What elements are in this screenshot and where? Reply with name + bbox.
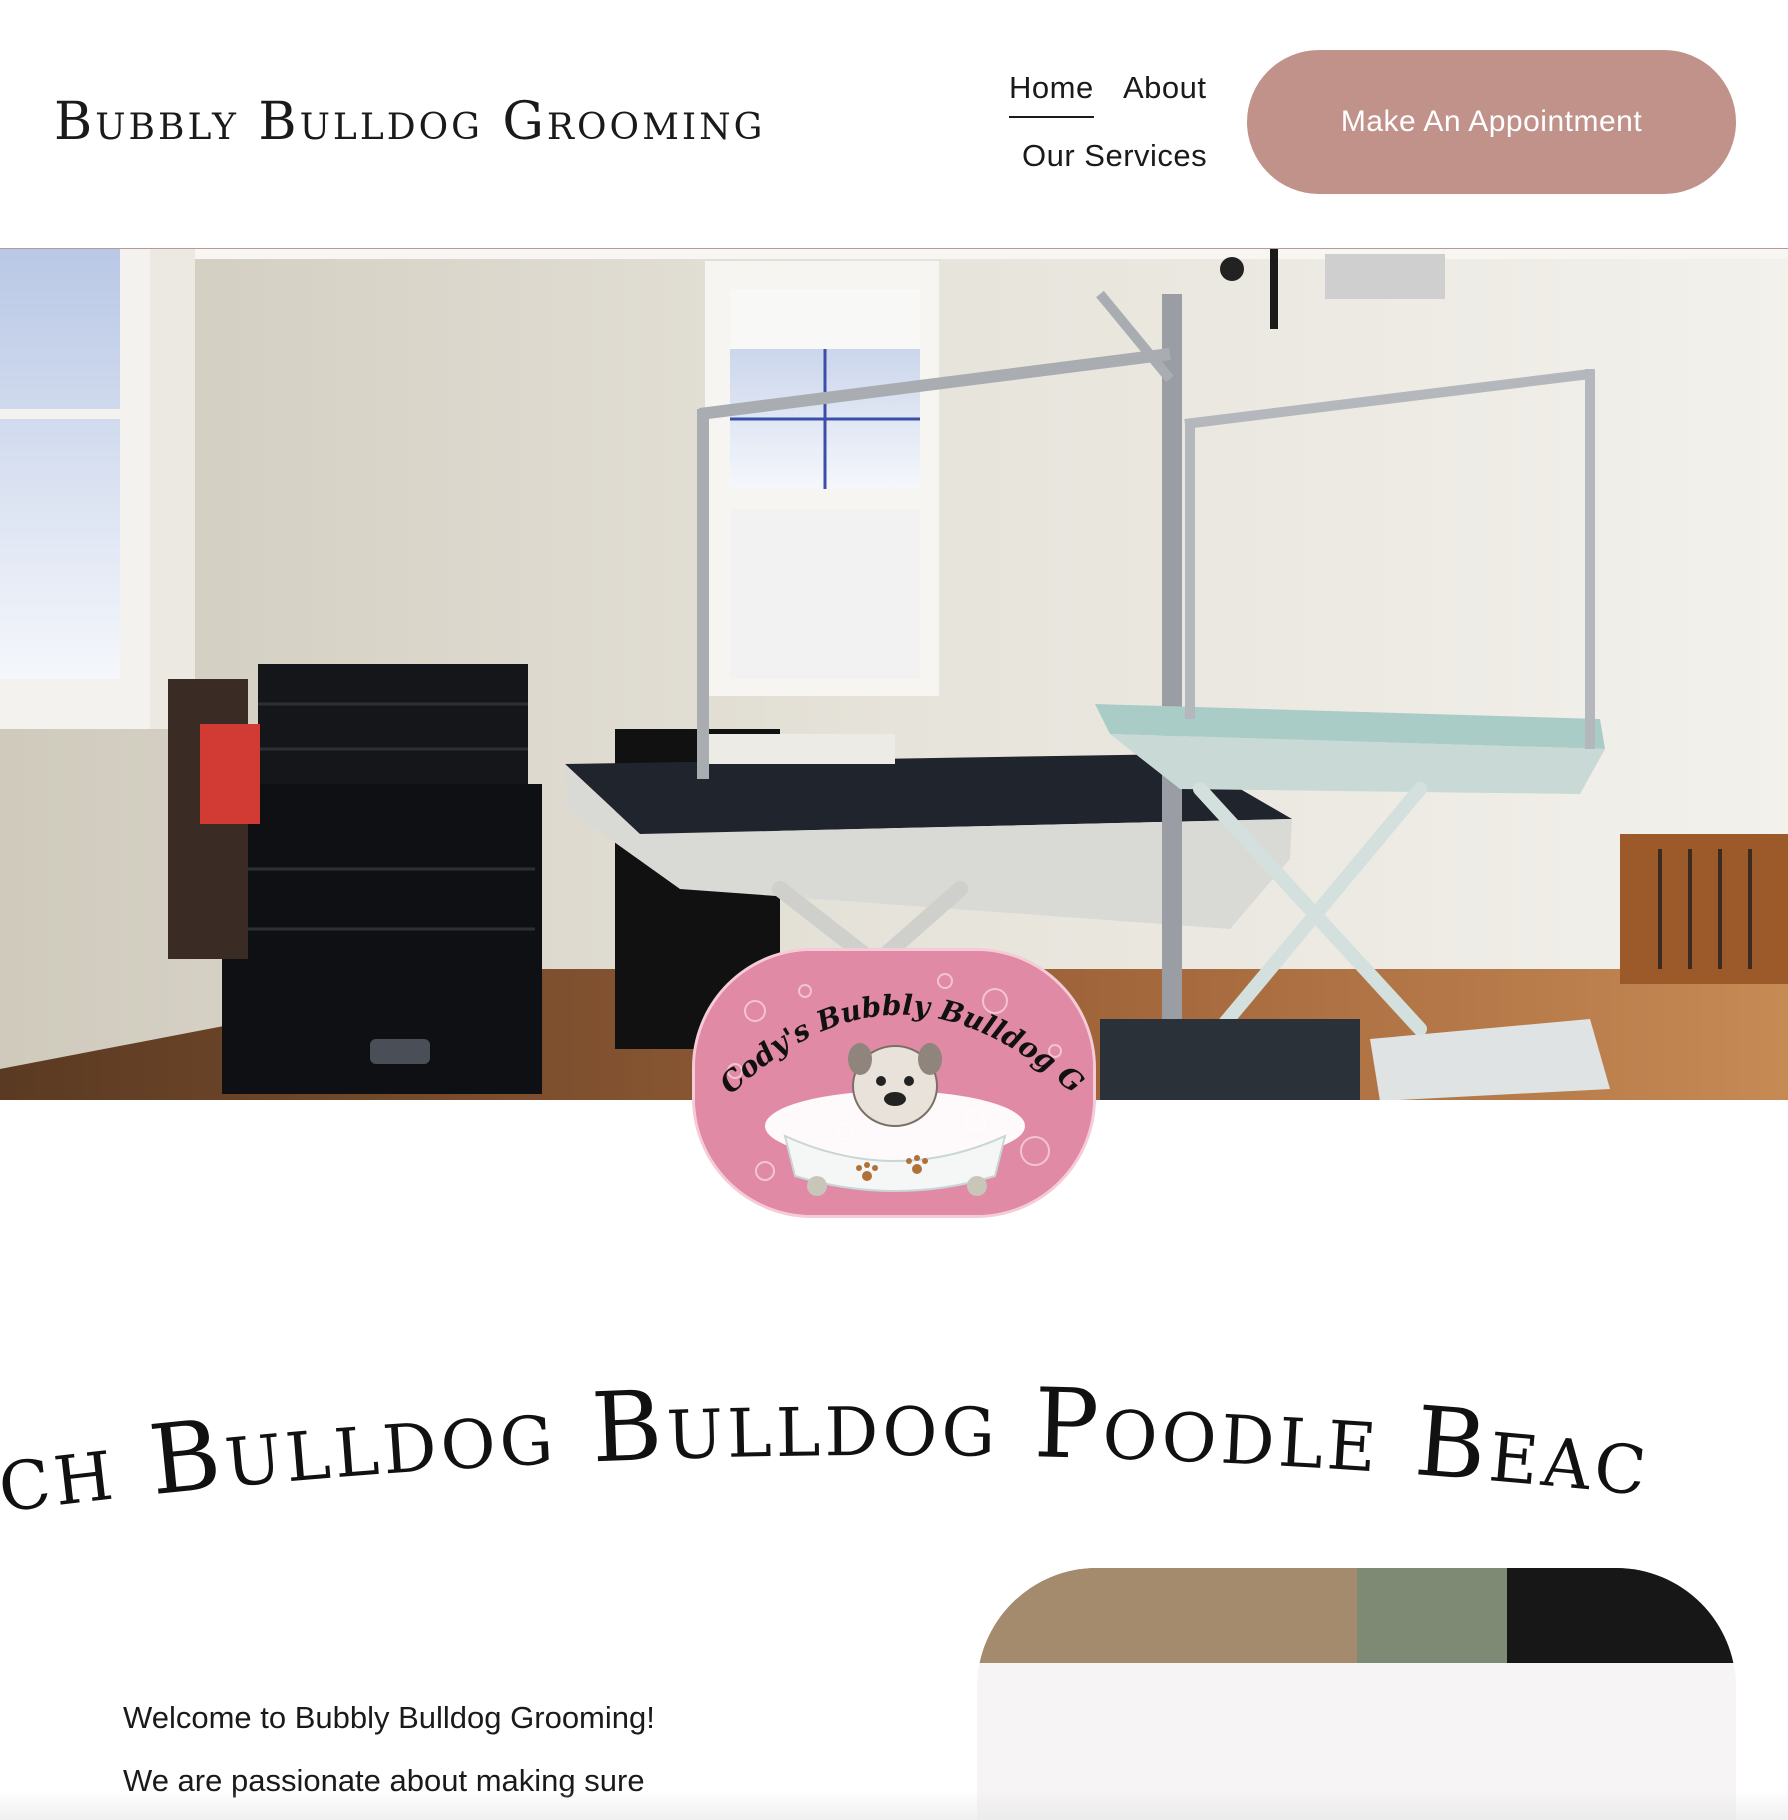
- intro-welcome-text: Welcome to Bubbly Bulldog Grooming!: [123, 1700, 655, 1735]
- site-header: Bubbly Bulldog Grooming Home About Our S…: [0, 0, 1788, 248]
- side-photo-graphic: [977, 1568, 1736, 1820]
- page: Bubbly Bulldog Grooming Home About Our S…: [0, 0, 1788, 1820]
- side-photo: [977, 1568, 1736, 1820]
- nav-link-our-services[interactable]: Our Services: [1022, 138, 1207, 174]
- svg-text:nch Bulldog Bulldog Poodle Bea: nch Bulldog Bulldog Poodle Beac: [0, 1366, 1656, 1543]
- site-title-link[interactable]: Bubbly Bulldog Grooming: [54, 92, 765, 152]
- bubbly-bulldog-logo: Cody's Bubbly Bulldog Grooming: [692, 948, 1096, 1218]
- marquee-text: nch Bulldog Bulldog Poodle Beac: [0, 1366, 1652, 1543]
- breed-marquee: nch Bulldog Bulldog Poodle Beac: [0, 1350, 1788, 1550]
- marquee-svg: nch Bulldog Bulldog Poodle Beac: [0, 1366, 1656, 1543]
- bulldog-in-bathtub-logo-icon: Cody's Bubbly Bulldog Grooming: [695, 951, 1093, 1215]
- nav-link-about[interactable]: About: [1123, 70, 1207, 106]
- bottom-fade: [0, 1790, 1788, 1820]
- make-appointment-button[interactable]: Make An Appointment: [1247, 50, 1736, 194]
- nav-link-home[interactable]: Home: [1009, 70, 1094, 118]
